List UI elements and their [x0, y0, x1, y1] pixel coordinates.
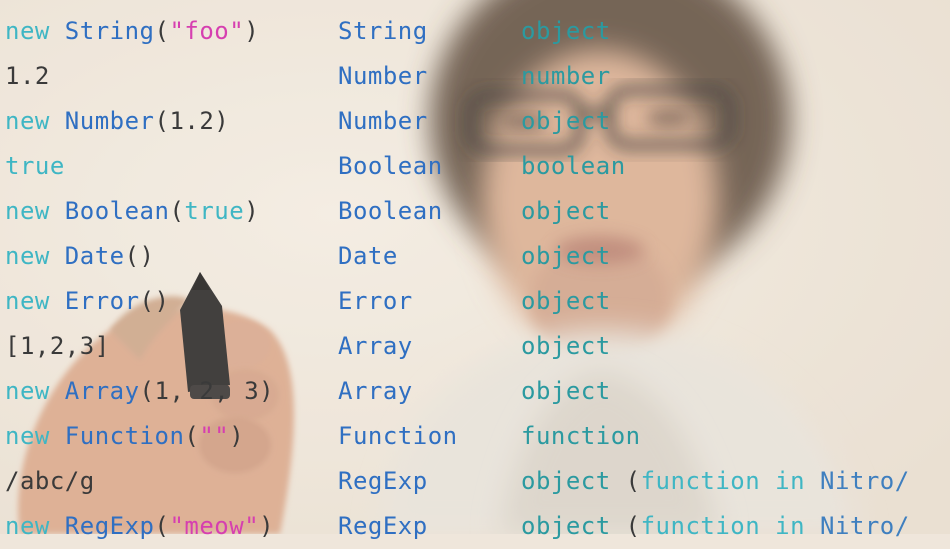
- background-photo: [0, 0, 950, 534]
